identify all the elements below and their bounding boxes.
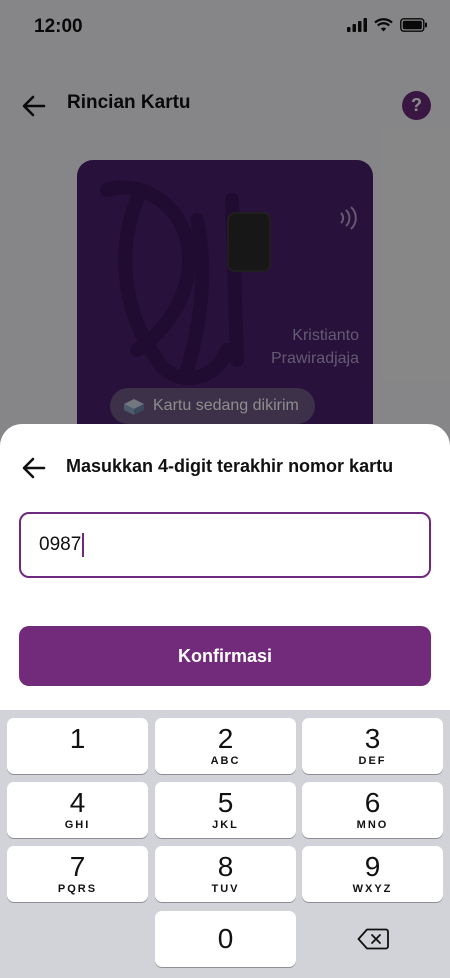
backspace-icon [357, 928, 389, 950]
key-3[interactable]: 3 DEF [302, 718, 443, 774]
key-digit: 2 [217, 723, 234, 754]
key-letters: ABC [210, 755, 241, 767]
key-2[interactable]: 2 ABC [155, 718, 296, 774]
key-7[interactable]: 7 PQRS [7, 846, 148, 902]
key-digit: 4 [69, 787, 86, 818]
confirm-button[interactable]: Konfirmasi [19, 626, 431, 686]
key-letters: DEF [358, 755, 387, 767]
key-digit: 8 [217, 851, 234, 882]
key-digit: 0 [217, 923, 234, 954]
key-6[interactable]: 6 MNO [302, 782, 443, 838]
numeric-keypad: 1 2 ABC 3 DEF 4 GHI 5 JKL 6 MNO 7 PQRS 8… [0, 710, 450, 978]
key-digit: 6 [364, 787, 381, 818]
key-letters: TUV [211, 883, 240, 895]
text-caret [82, 533, 85, 557]
key-9[interactable]: 9 WXYZ [302, 846, 443, 902]
key-4[interactable]: 4 GHI [7, 782, 148, 838]
key-digit: 3 [364, 723, 381, 754]
key-8[interactable]: 8 TUV [155, 846, 296, 902]
key-letters: WXYZ [352, 883, 393, 895]
key-letters: MNO [356, 819, 389, 831]
key-digit: 1 [69, 723, 86, 754]
card-digits-input[interactable]: 0987 [19, 512, 431, 578]
card-digits-value: 0987 [39, 534, 82, 555]
key-digit: 7 [69, 851, 86, 882]
key-5[interactable]: 5 JKL [155, 782, 296, 838]
sheet-title: Masukkan 4-digit terakhir nomor kartu [66, 456, 394, 476]
key-1[interactable]: 1 [7, 718, 148, 774]
key-digit: 9 [364, 851, 381, 882]
key-digit: 5 [217, 787, 234, 818]
key-letters: JKL [212, 819, 239, 831]
key-letters: PQRS [57, 883, 98, 895]
sheet-back-arrow-icon[interactable] [20, 454, 48, 482]
key-0[interactable]: 0 [155, 911, 296, 967]
key-letters: GHI [64, 819, 91, 831]
delete-key[interactable] [302, 911, 443, 967]
